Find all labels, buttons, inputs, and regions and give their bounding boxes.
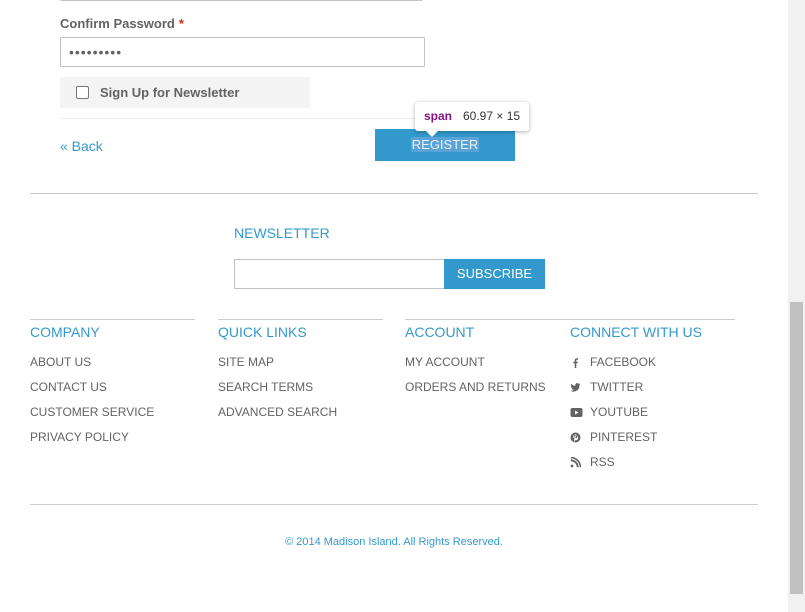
footer-heading-quick-links: Quick Links [218, 324, 307, 340]
connect-column-rule [570, 319, 735, 320]
footer-link-advanced-search[interactable]: Advanced Search [218, 405, 337, 419]
footer-link-site-map[interactable]: Site Map [218, 355, 274, 369]
footer-link-about-us[interactable]: About Us [30, 355, 91, 369]
footer-heading-account: Account [405, 324, 475, 340]
newsletter-checkbox[interactable] [76, 86, 89, 99]
footer-link-contact-us[interactable]: Contact Us [30, 380, 107, 394]
facebook-icon [573, 358, 578, 368]
newsletter-checkbox-label[interactable]: Sign Up for Newsletter [100, 85, 239, 100]
tooltip-arrow [425, 130, 439, 137]
tooltip-dimensions: 60.97 × 15 [463, 109, 521, 123]
confirm-password-field[interactable]: ••••••••• [60, 37, 425, 67]
youtube-label: Youtube [590, 405, 649, 419]
newsletter-title: Newsletter [234, 225, 330, 241]
pinterest-icon [570, 432, 581, 443]
account-column-rule [405, 319, 570, 320]
youtube-icon [570, 408, 583, 417]
page-scrollbar-thumb[interactable] [790, 302, 803, 594]
devtools-element-tooltip: span 60.97 × 15 [415, 102, 529, 131]
twitter-label: Twitter [590, 380, 644, 394]
confirm-password-label: Confirm Password * [60, 16, 184, 31]
quick-links-column-rule [218, 319, 383, 320]
company-column-rule [30, 319, 195, 320]
copyright-text: © 2014 Madison Island. All Rights Reserv… [285, 536, 503, 548]
register-button[interactable]: Register [375, 129, 515, 161]
confirm-password-label-text: Confirm Password [60, 16, 175, 31]
footer-link-orders-and-returns[interactable]: Orders and Returns [405, 380, 546, 394]
footer-link-my-account[interactable]: My Account [405, 355, 485, 369]
footer-heading-connect: Connect With Us [570, 324, 702, 340]
tooltip-tag-name: span [424, 109, 453, 123]
newsletter-email-input[interactable] [234, 259, 445, 289]
footer-link-privacy-policy[interactable]: Privacy Policy [30, 430, 129, 444]
content-divider [30, 193, 758, 194]
register-button-label: Register [410, 137, 480, 152]
twitter-icon [570, 383, 581, 392]
required-asterisk: * [178, 16, 184, 31]
pinterest-label: Pinterest [590, 430, 658, 444]
footer-link-search-terms[interactable]: Search Terms [218, 380, 313, 394]
footer-link-customer-service[interactable]: Customer Service [30, 405, 154, 419]
footer-divider [30, 504, 758, 505]
footer-heading-company: Company [30, 324, 100, 340]
password-field[interactable] [60, 0, 423, 1]
rss-label: RSS [590, 455, 615, 469]
facebook-label: Facebook [590, 355, 657, 369]
subscribe-button[interactable]: Subscribe [444, 259, 545, 289]
rss-icon [570, 457, 581, 468]
back-link[interactable]: « Back [60, 138, 103, 154]
